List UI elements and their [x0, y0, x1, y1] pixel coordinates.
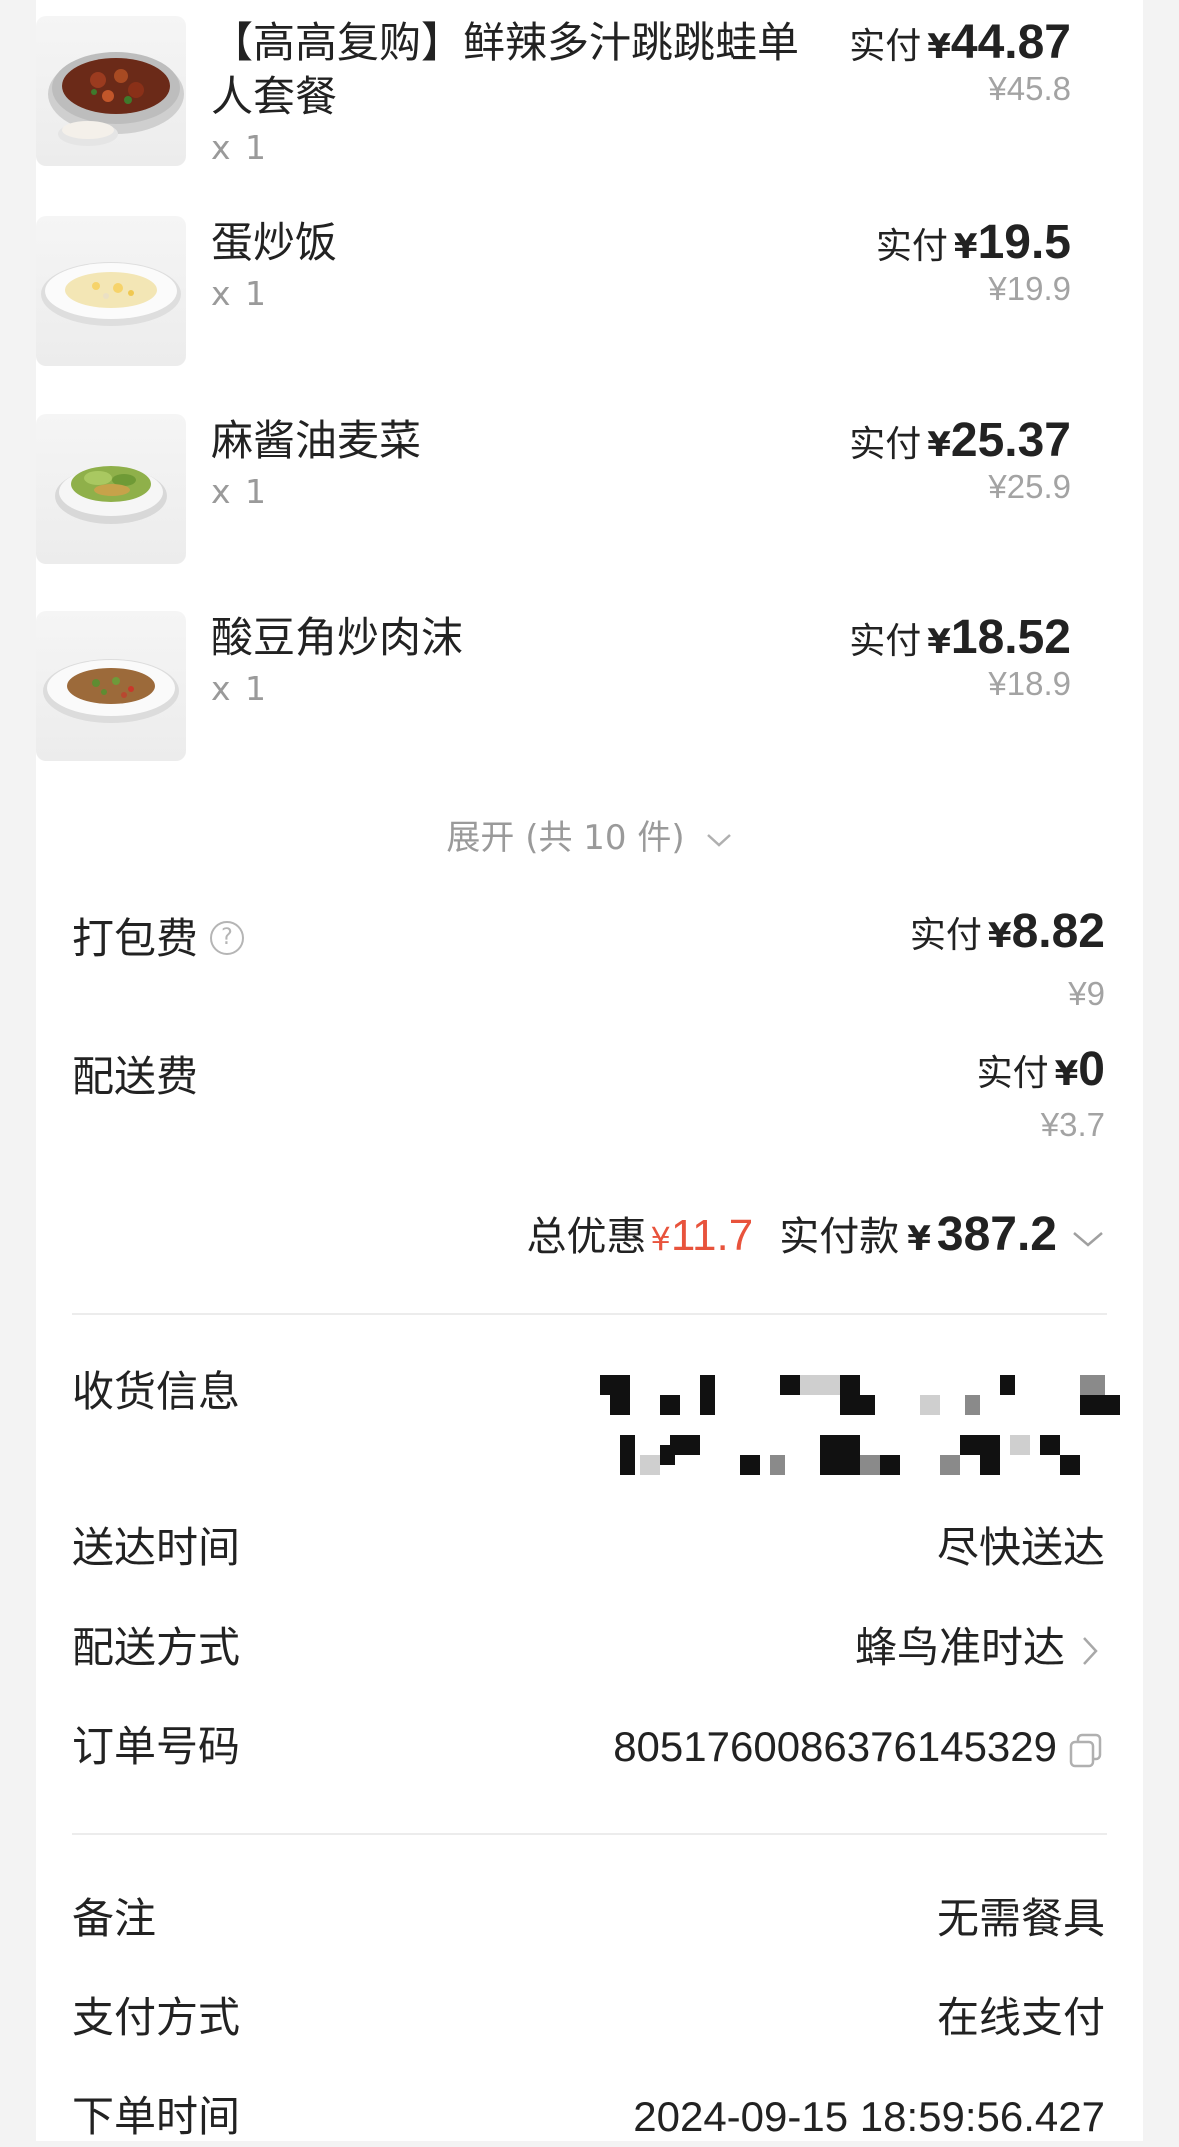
delivery-method-link[interactable]: 蜂鸟准时达	[855, 1618, 1105, 1678]
currency-symbol: ¥	[1054, 1054, 1079, 1094]
item-name: 【高高复购】鲜辣多汁跳跳蛙单人套餐	[211, 18, 800, 121]
expand-label: 展开 (共 10 件)	[446, 818, 685, 858]
order-total[interactable]: 总优惠 ¥11.7 实付款 ¥387.2	[526, 1205, 1105, 1269]
item-original-price: ¥18.9	[988, 665, 1071, 702]
list-item[interactable]: 麻酱油麦菜 x 1 实付 ¥25.37 ¥25.9	[36, 414, 1071, 564]
help-icon[interactable]: ?	[210, 920, 245, 955]
total-paid-label: 实付款	[779, 1214, 900, 1260]
item-original-price: ¥45.8	[988, 70, 1071, 107]
delivery-fee-price: 实付 ¥0	[977, 1040, 1105, 1110]
minced-pork-image	[36, 611, 186, 761]
paid-label: 实付	[909, 915, 982, 956]
divider	[72, 1313, 1107, 1315]
item-quantity: x 1	[211, 669, 269, 708]
expand-items-button[interactable]: 展开 (共 10 件)	[0, 810, 1179, 859]
address-label: 收货信息	[72, 1367, 241, 1416]
delivery-method-value: 蜂鸟准时达	[854, 1623, 1065, 1672]
remark-value: 无需餐具	[936, 1894, 1105, 1943]
paid-amount: 8.82	[1011, 905, 1105, 958]
remark-label: 备注	[72, 1894, 157, 1943]
paid-label: 实付	[976, 1053, 1049, 1094]
item-quantity: x 1	[211, 128, 269, 167]
item-name: 蛋炒饭	[211, 218, 338, 267]
paid-amount: 18.52	[950, 611, 1071, 664]
lettuce-image	[36, 414, 186, 564]
packing-fee-text: 打包费	[72, 914, 199, 963]
payment-method-label: 支付方式	[72, 1993, 241, 2042]
divider	[72, 1833, 1107, 1835]
discount-currency: ¥	[650, 1220, 671, 1258]
paid-label: 实付	[875, 226, 948, 267]
list-item[interactable]: 【高高复购】鲜辣多汁跳跳蛙单人套餐 x 1 实付 ¥44.87 ¥45.8	[36, 16, 1071, 167]
discount-amount: 11.7	[670, 1211, 754, 1260]
item-name: 酸豆角炒肉沫	[211, 613, 464, 662]
delivery-fee-original-price: ¥3.7	[1040, 1106, 1105, 1143]
paid-amount: 44.87	[950, 16, 1071, 69]
packing-fee-label: 打包费?	[72, 905, 245, 966]
paid-label: 实付	[849, 26, 922, 67]
chevron-down-icon	[706, 833, 731, 847]
paid-amount: 19.5	[977, 216, 1071, 269]
chevron-down-icon	[1073, 1232, 1103, 1247]
currency-symbol: ¥	[927, 425, 951, 465]
currency-symbol: ¥	[953, 227, 978, 267]
item-original-price: ¥25.9	[988, 468, 1071, 505]
delivery-fee-label: 配送费	[72, 1052, 199, 1101]
paid-amount: 0	[1078, 1043, 1105, 1096]
item-quantity: x 1	[211, 274, 269, 313]
paid-amount: 25.37	[950, 414, 1071, 467]
currency-symbol: ¥	[927, 27, 951, 67]
delivery-time-value: 尽快送达	[936, 1523, 1105, 1572]
order-number: 8051760086376145329	[613, 1717, 1105, 1777]
list-item[interactable]: 酸豆角炒肉沫 x 1 实付 ¥18.52 ¥18.9	[36, 611, 1071, 761]
item-original-price: ¥19.9	[988, 270, 1071, 307]
order-time-value: 2024-09-15 18:59:56.427	[633, 2093, 1105, 2140]
total-paid-amount: 387.2	[936, 1208, 1057, 1261]
copy-icon[interactable]	[1067, 1731, 1105, 1769]
packing-fee-price: 实付 ¥8.82	[910, 902, 1105, 972]
discount-label: 总优惠	[526, 1214, 647, 1260]
address-redacted-mosaic	[580, 1375, 1120, 1485]
delivery-method-label: 配送方式	[72, 1623, 241, 1672]
packing-fee-original-price: ¥9	[1068, 975, 1105, 1012]
currency-symbol: ¥	[987, 916, 1012, 956]
order-number-label: 订单号码	[72, 1722, 241, 1771]
payment-method-value: 在线支付	[936, 1993, 1105, 2042]
currency-symbol: ¥	[927, 622, 951, 662]
total-currency: ¥	[907, 1219, 931, 1259]
paid-label: 实付	[849, 424, 922, 465]
frog-hotpot-image	[36, 16, 186, 166]
order-time-label: 下单时间	[72, 2092, 241, 2141]
chevron-right-icon	[1083, 1636, 1098, 1665]
list-item[interactable]: 蛋炒饭 x 1 实付 ¥19.5 ¥19.9	[36, 216, 1071, 366]
item-quantity: x 1	[211, 472, 269, 511]
delivery-time-label: 送达时间	[72, 1523, 241, 1572]
order-number-value: 8051760086376145329	[613, 1723, 1057, 1770]
item-name: 麻酱油麦菜	[211, 416, 422, 465]
fried-rice-image	[36, 216, 186, 366]
paid-label: 实付	[849, 621, 922, 662]
